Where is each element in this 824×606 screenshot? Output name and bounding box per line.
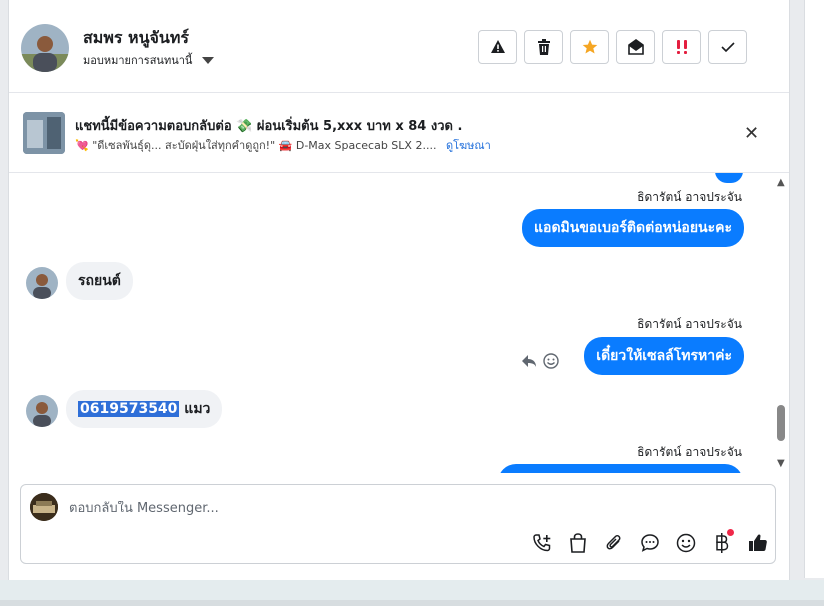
shopping-bag-icon (570, 533, 586, 553)
contact-avatar-small (26, 395, 58, 427)
delete-button[interactable] (524, 30, 563, 64)
thumbs-up-icon (749, 534, 767, 551)
checkmark-icon (720, 42, 735, 53)
reply-icon[interactable] (521, 354, 537, 368)
assign-conversation-dropdown[interactable]: มอบหมายการสนทนานี้ (83, 51, 215, 69)
star-button[interactable] (570, 30, 609, 64)
warning-icon (490, 40, 505, 53)
mark-spam-button[interactable] (478, 30, 517, 64)
message-bubble-outgoing-partial[interactable] (715, 173, 743, 183)
like-button[interactable] (743, 531, 773, 555)
scroll-down-arrow-icon[interactable]: ▼ (777, 458, 785, 469)
conversation-panel: สมพร หนูจันทร์ มอบหมายการสนทนานี้ แชทนี้… (8, 0, 790, 580)
envelope-open-icon (627, 39, 644, 55)
chat-bubble-icon (641, 534, 659, 552)
action-toolbar (478, 30, 747, 64)
payment-button[interactable] (707, 529, 737, 555)
message-bubble-outgoing-partial[interactable] (498, 464, 743, 473)
paperclip-icon (606, 535, 621, 550)
contact-avatar[interactable] (21, 24, 69, 72)
scroll-up-arrow-icon[interactable]: ▲ (777, 177, 785, 188)
phone-plus-icon (533, 534, 551, 552)
page-avatar (30, 493, 58, 521)
ad-context-bar: แชทนี้มีข้อความตอบกลับต่อ 💸 ผ่อนเริ่มต้น… (9, 93, 789, 173)
call-add-button[interactable] (527, 531, 557, 555)
assign-label: มอบหมายการสนทนานี้ (83, 54, 193, 67)
emoji-button[interactable] (671, 531, 701, 555)
mark-done-button[interactable] (708, 30, 747, 64)
composer-toolbar (527, 529, 773, 555)
attach-button[interactable] (599, 531, 629, 555)
saved-replies-button[interactable] (635, 531, 665, 555)
message-bubble-incoming[interactable]: รถยนต์ (66, 262, 133, 300)
ad-subtitle-row: 💘 "ดีเซลพันธุ์ดุ... สะบัดฝุ่นใส่ทุกคำดูถ… (75, 136, 491, 154)
view-ad-link[interactable]: ดูโฆษณา (446, 139, 491, 152)
double-exclamation-icon (676, 40, 687, 54)
emoji-smile-icon (676, 533, 696, 553)
close-icon[interactable]: ✕ (744, 123, 759, 144)
message-bubble-incoming[interactable]: 0619573540 แมว (66, 390, 223, 428)
ad-thumbnail[interactable] (23, 112, 65, 154)
message-sender-label: ธิดารัตน์ อาจประจัน (637, 317, 742, 331)
contact-avatar-small (26, 267, 58, 299)
window-bottom-edge (0, 600, 824, 606)
star-icon (582, 39, 597, 54)
contact-name[interactable]: สมพร หนูจันทร์ (83, 26, 189, 51)
shop-button[interactable] (563, 531, 593, 555)
scrollbar-thumb[interactable] (777, 405, 785, 441)
message-thread: ธิดารัตน์ อาจประจัน แอดมินขอเบอร์ติดต่อห… (9, 173, 789, 473)
ad-subtitle: 💘 "ดีเซลพันธุ์ดุ... สะบัดฝุ่นใส่ทุกคำดูถ… (75, 139, 437, 152)
notification-dot (727, 529, 734, 536)
message-bubble-outgoing[interactable]: เดี๋ยวให้เซลล์โทรหาค่ะ (584, 337, 744, 375)
trash-icon (537, 39, 550, 55)
message-text: แมว (179, 401, 211, 417)
message-composer (20, 484, 776, 564)
ad-title: แชทนี้มีข้อความตอบกลับต่อ 💸 ผ่อนเริ่มต้น… (75, 119, 463, 134)
conversation-header: สมพร หนูจันทร์ มอบหมายการสนทนานี้ (9, 0, 789, 93)
follow-up-button[interactable] (662, 30, 701, 64)
message-input[interactable] (69, 501, 669, 516)
message-sender-label: ธิดารัตน์ อาจประจัน (637, 445, 742, 459)
selected-phone-number[interactable]: 0619573540 (78, 401, 180, 417)
message-bubble-outgoing[interactable]: แอดมินขอเบอร์ติดต่อหน่อยนะคะ (522, 209, 744, 247)
baht-icon (716, 533, 729, 553)
details-sidebar (804, 0, 824, 578)
react-emoji-icon[interactable] (543, 353, 559, 369)
chevron-down-icon (202, 56, 215, 64)
message-sender-label: ธิดารัตน์ อาจประจัน (637, 190, 742, 204)
mark-unread-button[interactable] (616, 30, 655, 64)
